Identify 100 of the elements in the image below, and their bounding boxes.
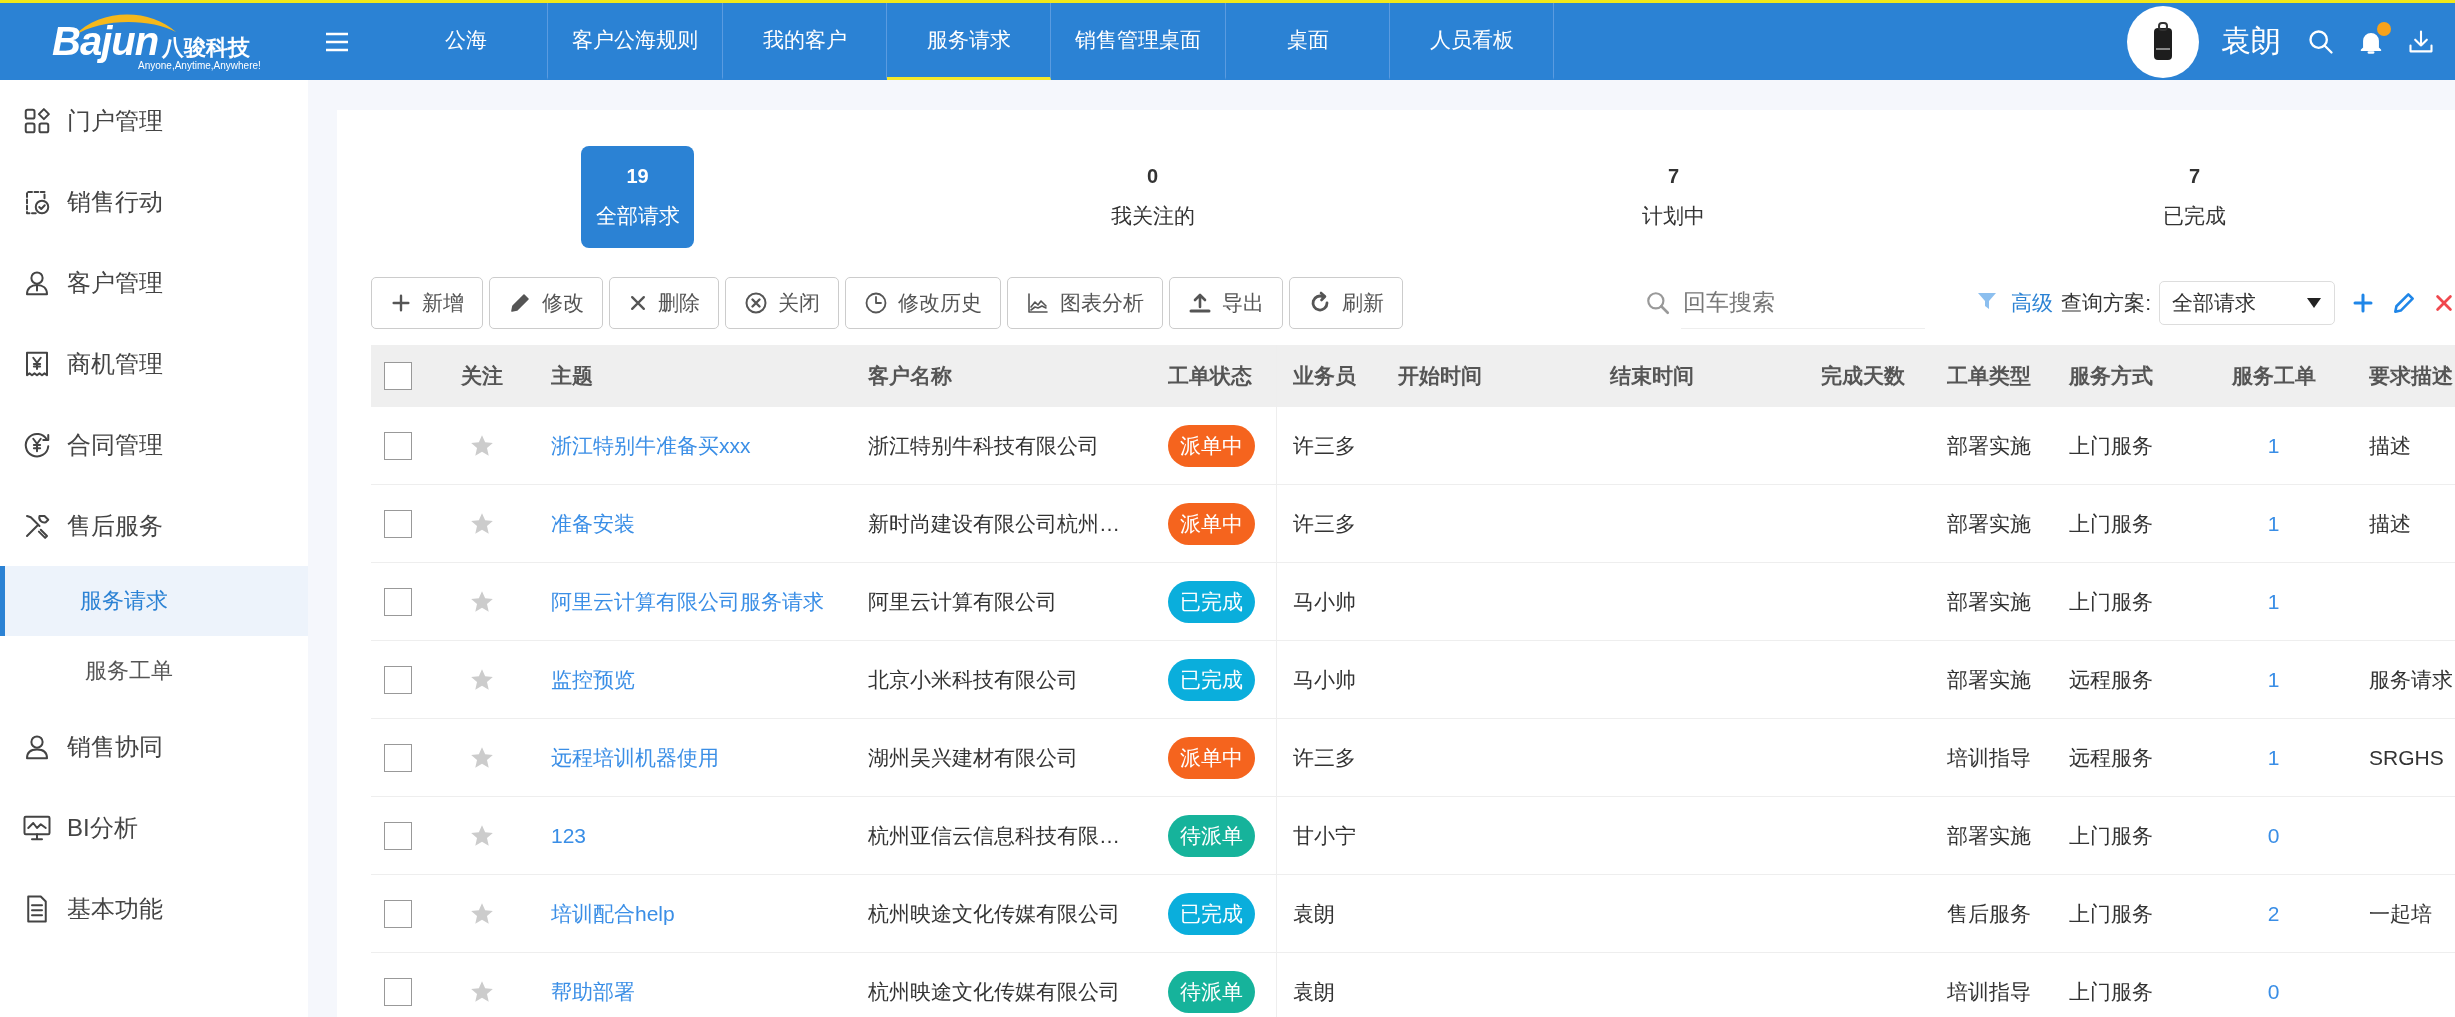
status-badge: 派单中 xyxy=(1168,424,1255,467)
table-cell-text: 远程服务 xyxy=(2069,744,2153,771)
table-cell-text: 描述 xyxy=(2369,510,2411,537)
grid-icon xyxy=(22,105,52,136)
ticket-count-link[interactable]: 1 xyxy=(2267,667,2280,692)
scheme-label: 查询方案: xyxy=(2061,290,2151,316)
column-header: 结束时间 xyxy=(1610,363,1694,389)
table-cell-text: 马小帅 xyxy=(1293,588,1356,615)
checkbox[interactable] xyxy=(384,587,412,616)
sidebar-item[interactable]: 合同管理 xyxy=(0,404,308,485)
sidebar-item[interactable]: 商机管理 xyxy=(0,323,308,404)
status-badge: 已完成 xyxy=(1168,658,1255,701)
sidebar-item[interactable]: 基本功能 xyxy=(0,868,308,949)
column-header: 服务方式 xyxy=(2069,363,2153,389)
table-cell-text: 上门服务 xyxy=(2069,588,2153,615)
toolbar-button[interactable]: 刷新 xyxy=(1289,277,1403,329)
advanced-link[interactable]: 高级 xyxy=(2011,289,2054,317)
checkbox[interactable] xyxy=(384,899,412,928)
status-badge: 待派单 xyxy=(1168,970,1255,1013)
ticket-count-link[interactable]: 0 xyxy=(2267,823,2280,848)
sidebar-item[interactable]: 客户管理 xyxy=(0,242,308,323)
table-cell-text: 描述 xyxy=(2369,432,2411,459)
subject-link[interactable]: 监控预览 xyxy=(551,665,635,694)
table-cell-text: 一起培 xyxy=(2369,900,2432,927)
status-badge: 待派单 xyxy=(1168,814,1255,857)
column-header: 要求描述 xyxy=(2369,363,2453,389)
pencil-icon xyxy=(2391,290,2417,316)
table-cell-text: 浙江特别牛科技有限公司 xyxy=(868,432,1099,459)
toolbar-button[interactable]: 修改历史 xyxy=(845,277,1001,329)
table-cell-text: 上门服务 xyxy=(2069,822,2153,849)
line-chart-icon xyxy=(1026,291,1050,315)
table-cell-text: 上门服务 xyxy=(2069,900,2153,927)
plus-icon xyxy=(390,292,412,314)
summary-tab[interactable]: 7 计划中 xyxy=(1617,146,1730,248)
column-header: 关注 xyxy=(461,363,503,389)
sidebar-item[interactable]: 门户管理 xyxy=(0,80,308,161)
sidebar-item[interactable]: 售后服务 xyxy=(0,485,308,566)
toolbar-button[interactable]: 删除 xyxy=(609,277,719,329)
ticket-count-link[interactable]: 2 xyxy=(2267,901,2280,926)
table-cell-text: 许三多 xyxy=(1293,744,1356,771)
subject-link[interactable]: 远程培训机器使用 xyxy=(551,743,719,772)
table-cell-text: 服务请求 xyxy=(2369,666,2453,693)
summary-tab[interactable]: 7 已完成 xyxy=(2138,146,2251,248)
summary-tab[interactable]: 0 我关注的 xyxy=(1096,146,1209,248)
summary-tab[interactable]: 19 全部请求 xyxy=(581,146,694,248)
toolbar-button[interactable]: 修改 xyxy=(489,277,603,329)
checkbox[interactable] xyxy=(384,665,412,694)
checkbox[interactable] xyxy=(384,821,412,850)
toolbar-button[interactable]: 图表分析 xyxy=(1007,277,1163,329)
close-icon xyxy=(2433,292,2455,314)
checkbox[interactable] xyxy=(384,431,412,460)
table-cell-text: 售后服务 xyxy=(1947,900,2031,927)
table-cell-text: 上门服务 xyxy=(2069,978,2153,1005)
toolbar-button[interactable]: 导出 xyxy=(1169,277,1283,329)
table-cell-text: 杭州映途文化传媒有限公司 xyxy=(868,978,1120,1005)
add-button[interactable] xyxy=(2351,291,2375,315)
table-cell-text: 部署实施 xyxy=(1947,432,2031,459)
subject-link[interactable]: 培训配合help xyxy=(551,899,675,928)
column-header: 客户名称 xyxy=(868,363,952,389)
table-cell-text: 远程服务 xyxy=(2069,666,2153,693)
sidebar-item[interactable]: 销售协同 xyxy=(0,706,308,787)
checkbox[interactable] xyxy=(384,509,412,538)
sidebar-item[interactable]: 销售行动 xyxy=(0,161,308,242)
subject-link[interactable]: 准备安装 xyxy=(551,509,635,538)
sidebar-item[interactable]: BI分析 xyxy=(0,787,308,868)
ticket-count-link[interactable]: 1 xyxy=(2267,511,2280,536)
subject-link[interactable]: 123 xyxy=(551,823,587,848)
menu-icon[interactable] xyxy=(324,30,350,53)
table-cell-text: 部署实施 xyxy=(1947,510,2031,537)
subject-link[interactable]: 阿里云计算有限公司服务请求 xyxy=(551,587,824,616)
subject-link[interactable]: 帮助部署 xyxy=(551,977,635,1006)
table-cell-text: 新时尚建设有限公司杭州… xyxy=(868,510,1120,537)
ticket-count-link[interactable]: 1 xyxy=(2267,433,2280,458)
user-name[interactable]: 袁朗 xyxy=(2221,21,2281,62)
sidebar-subitem[interactable]: 服务工单 xyxy=(0,636,308,706)
sidebar-subitem[interactable]: 服务请求 xyxy=(0,566,308,636)
column-header: 业务员 xyxy=(1293,363,1356,389)
edit-button[interactable] xyxy=(2391,290,2417,316)
search-icon xyxy=(2307,27,2335,56)
table-cell-text: 部署实施 xyxy=(1947,666,2031,693)
toolbar-button[interactable]: 关闭 xyxy=(725,277,839,329)
subject-link[interactable]: 浙江特别牛准备买xxx xyxy=(551,431,751,460)
search-field[interactable]: 回车搜索 xyxy=(1681,277,1926,329)
clock-icon xyxy=(864,291,888,315)
checkbox[interactable] xyxy=(384,743,412,772)
column-header: 工单类型 xyxy=(1947,363,2031,389)
checkbox[interactable] xyxy=(384,977,412,1006)
table-cell-text: 湖州吴兴建材有限公司 xyxy=(868,744,1078,771)
pencil-icon xyxy=(508,291,532,315)
scheme-select[interactable]: 全部请求 xyxy=(2159,281,2335,325)
status-badge: 已完成 xyxy=(1168,892,1255,935)
ticket-count-link[interactable]: 1 xyxy=(2267,589,2280,614)
ticket-count-link[interactable]: 0 xyxy=(2267,979,2280,1004)
dropdown-icon xyxy=(2306,297,2322,309)
ticket-count-link[interactable]: 1 xyxy=(2267,745,2280,770)
delete-button[interactable] xyxy=(2433,292,2455,314)
status-badge: 派单中 xyxy=(1168,736,1255,779)
checkbox[interactable] xyxy=(384,362,412,390)
table-cell-text: 部署实施 xyxy=(1947,588,2031,615)
toolbar-button[interactable]: 新增 xyxy=(371,277,483,329)
